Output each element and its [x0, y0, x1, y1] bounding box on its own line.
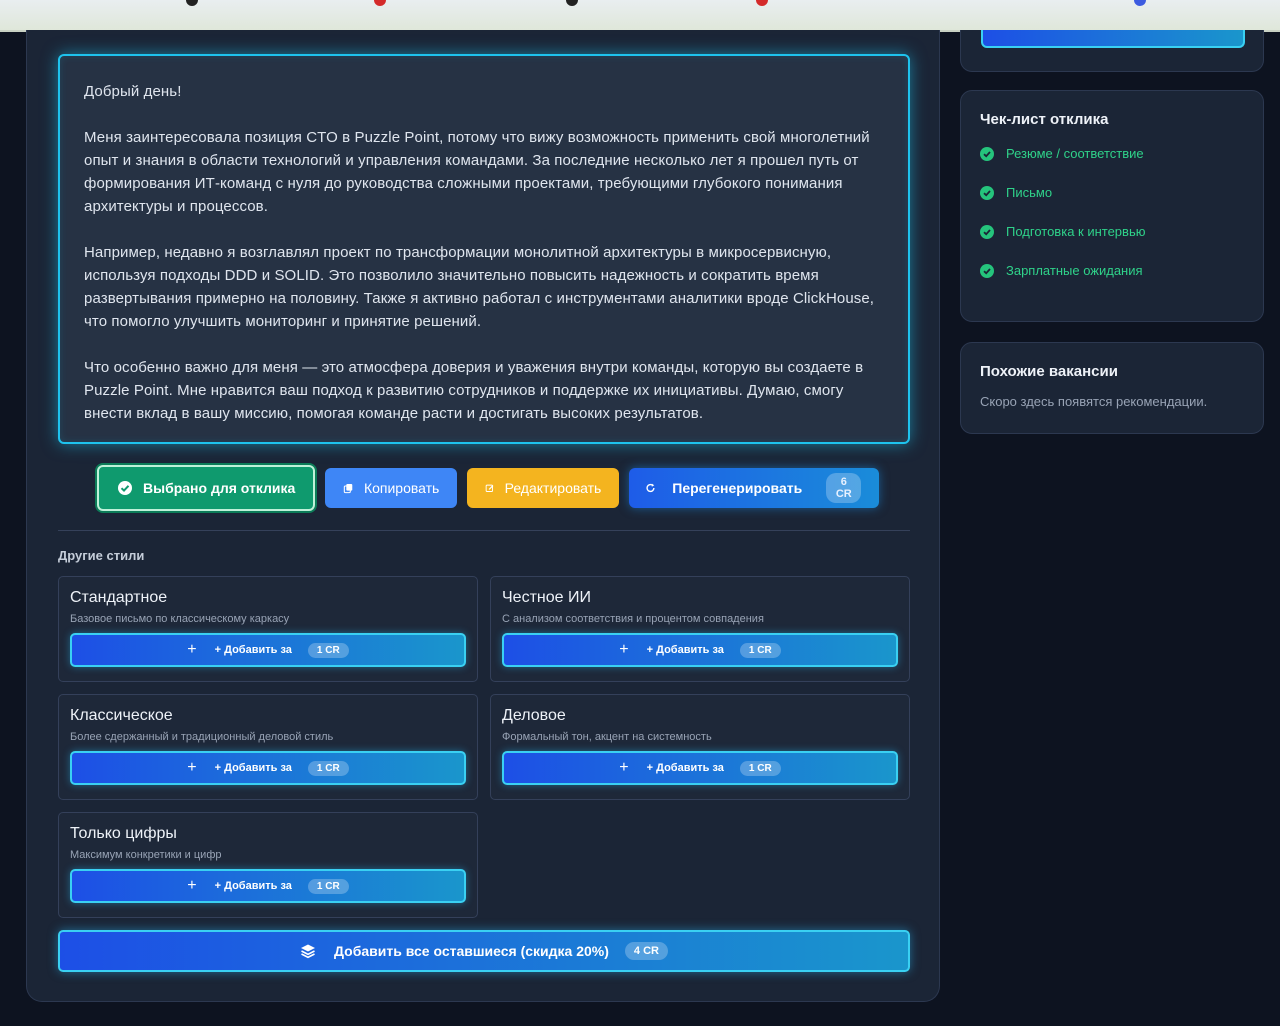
style-title: Честное ИИ: [502, 589, 591, 606]
regenerate-cost-badge: 6 CR: [826, 473, 862, 503]
checklist-item[interactable]: Письмо: [980, 185, 1244, 200]
layers-icon: [301, 944, 316, 959]
style-title: Деловое: [502, 707, 566, 724]
letter-paragraph: Меня заинтересовала позиция CTO в Puzzle…: [84, 129, 870, 215]
response-checklist: Чек-лист отклика Резюме / соответствие П…: [960, 90, 1264, 322]
add-all-remaining-button[interactable]: Добавить все оставшиеся (скидка 20%) 4 C…: [58, 930, 910, 972]
add-style-button[interactable]: + + Добавить за 1 CR: [70, 869, 466, 903]
style-description: Базовое письмо по классическому каркасу: [70, 613, 290, 625]
style-card-honest-ai: Честное ИИ С анализом соответствия и про…: [490, 576, 910, 682]
add-style-button[interactable]: + + Добавить за 1 CR: [502, 751, 898, 785]
plus-icon: +: [187, 641, 197, 658]
plus-icon: +: [619, 759, 629, 776]
checklist-item-label: Подготовка к интервью: [1006, 224, 1146, 239]
plus-icon: +: [187, 759, 197, 776]
regenerate-label: Перегенерировать: [672, 480, 803, 496]
plus-icon: +: [187, 877, 197, 894]
letter-paragraph: Что особенно важно для меня — это атмосф…: [84, 359, 864, 422]
add-style-button[interactable]: + + Добавить за 1 CR: [502, 633, 898, 667]
checklist-item-label: Письмо: [1006, 185, 1053, 200]
letter-paragraph: Например, недавно я возглавлял проект по…: [84, 244, 875, 330]
tab-favicon: [1134, 0, 1146, 6]
check-icon: [980, 185, 994, 200]
checklist-item[interactable]: Подготовка к интервью: [980, 224, 1244, 239]
sidebar-top-card: [960, 30, 1264, 72]
regenerate-button[interactable]: Перегенерировать 6 CR: [629, 468, 880, 508]
style-card-business: Деловое Формальный тон, акцент на систем…: [490, 694, 910, 800]
refresh-icon: [646, 483, 655, 493]
style-description: С анализом соответствия и процентом совп…: [502, 613, 764, 625]
add-label: + Добавить за: [214, 762, 292, 774]
create-resume-button[interactable]: [981, 30, 1245, 48]
similar-vacancies: Похожие вакансии Скоро здесь появятся ре…: [960, 342, 1264, 434]
similar-title: Похожие вакансии: [980, 363, 1118, 380]
checklist-item[interactable]: Зарплатные ожидания: [980, 263, 1244, 278]
add-label: + Добавить за: [214, 644, 292, 656]
other-styles-title: Другие стили: [58, 548, 145, 563]
letter-paragraph: Добрый день!: [84, 83, 182, 100]
check-icon: [980, 224, 994, 239]
check-icon: [980, 263, 994, 278]
style-title: Стандартное: [70, 589, 168, 606]
checklist-item-label: Зарплатные ожидания: [1006, 263, 1143, 278]
cost-badge: 1 CR: [739, 760, 781, 776]
tab-favicon: [186, 0, 198, 6]
tab-favicon: [756, 0, 768, 6]
style-card-classic: Классическое Более сдержанный и традицио…: [58, 694, 478, 800]
copy-icon: [344, 484, 353, 494]
cost-badge: 1 CR: [739, 642, 781, 658]
cost-badge: 1 CR: [307, 760, 349, 776]
browser-strip: [0, 0, 1280, 32]
plus-icon: +: [619, 641, 629, 658]
cost-badge: 1 CR: [307, 642, 349, 658]
divider: [58, 530, 910, 531]
cost-badge: 1 CR: [307, 878, 349, 894]
edit-icon: [486, 484, 494, 492]
cover-letter-text[interactable]: Добрый день! Меня заинтересовала позиция…: [58, 54, 910, 444]
style-description: Более сдержанный и традиционный деловой …: [70, 731, 334, 743]
selected-label: Выбрано для отклика: [143, 480, 296, 496]
tab-favicon: [566, 0, 578, 6]
cover-letter-card: Добрый день! Меня заинтересовала позиция…: [26, 30, 940, 1002]
edit-label: Редактировать: [504, 480, 602, 496]
style-card-standard: Стандартное Базовое письмо по классическ…: [58, 576, 478, 682]
add-style-button[interactable]: + + Добавить за 1 CR: [70, 751, 466, 785]
selected-for-response-button[interactable]: Выбрано для отклика: [97, 465, 316, 511]
style-description: Максимум конкретики и цифр: [70, 849, 222, 861]
add-all-cost-badge: 4 CR: [624, 942, 668, 960]
add-all-label: Добавить все оставшиеся (скидка 20%): [334, 943, 609, 959]
add-label: + Добавить за: [646, 762, 724, 774]
letter-actions: Выбрано для отклика Копировать Редактиро…: [97, 465, 880, 511]
checklist-title: Чек-лист отклика: [980, 111, 1109, 128]
checklist-item[interactable]: Резюме / соответствие: [980, 146, 1244, 161]
check-circle-icon: [118, 481, 132, 495]
copy-label: Копировать: [363, 480, 440, 496]
add-label: + Добавить за: [646, 644, 724, 656]
style-card-numbers-only: Только цифры Максимум конкретики и цифр …: [58, 812, 478, 918]
add-style-button[interactable]: + + Добавить за 1 CR: [70, 633, 466, 667]
style-title: Классическое: [70, 707, 173, 724]
style-description: Формальный тон, акцент на системность: [502, 731, 712, 743]
copy-button[interactable]: Копировать: [325, 468, 458, 508]
similar-note: Скоро здесь появятся рекомендации.: [980, 394, 1208, 409]
checklist-item-label: Резюме / соответствие: [1006, 146, 1144, 161]
edit-button[interactable]: Редактировать: [467, 468, 620, 508]
style-title: Только цифры: [70, 825, 177, 842]
add-label: + Добавить за: [214, 880, 292, 892]
check-icon: [980, 146, 994, 161]
tab-favicon: [374, 0, 386, 6]
